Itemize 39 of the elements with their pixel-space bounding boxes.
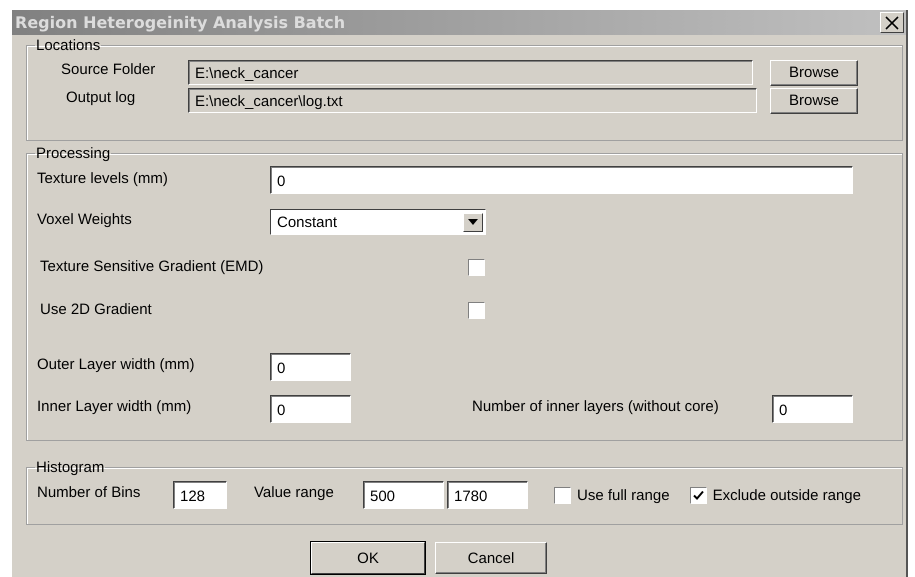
browse-button[interactable]: Browse	[770, 88, 858, 114]
ok-button[interactable]: OK	[311, 542, 425, 574]
field-label: Voxel Weights	[37, 210, 133, 228]
field-label: Number of Bins	[37, 484, 142, 500]
text-field[interactable]: 0	[270, 166, 853, 194]
number-field[interactable]: 0	[270, 353, 351, 381]
option-label: Texture Sensitive Gradient (EMD)	[39, 258, 264, 274]
caret-icon	[468, 219, 478, 225]
window-title: Region Heterogeinity Analysis Batch	[15, 13, 346, 32]
browse-button[interactable]: Browse	[770, 60, 858, 86]
field-label: Number of inner layers (without core)	[471, 398, 720, 414]
field-label: Texture levels (mm)	[37, 170, 169, 186]
option-label: Use 2D Gradient	[39, 300, 153, 318]
checkbox[interactable]	[554, 486, 571, 504]
checkbox[interactable]	[468, 258, 485, 276]
checkbox[interactable]	[468, 302, 485, 318]
group-title: Locations	[35, 37, 102, 54]
field-label: Output log	[65, 89, 136, 106]
dropdown[interactable]: Constant	[270, 209, 486, 235]
option-label: Exclude outside range	[712, 486, 861, 504]
field-label: Inner Layer width (mm)	[37, 398, 192, 414]
path-field[interactable]: E:\neck_cancer	[188, 60, 753, 85]
option-label: Use full range	[577, 486, 670, 504]
number-field[interactable]: 0	[270, 395, 351, 423]
group-title: Processing	[35, 145, 112, 162]
checkbox[interactable]	[690, 486, 707, 504]
path-field[interactable]: E:\neck_cancer\log.txt	[188, 88, 757, 113]
range-max-field[interactable]: 1780	[447, 481, 528, 509]
group-title: Histogram	[35, 459, 106, 476]
field-label: Source Folder	[60, 61, 156, 78]
check-icon	[692, 490, 704, 500]
field-label: Outer Layer width (mm)	[37, 356, 196, 372]
cancel-button[interactable]: Cancel	[435, 542, 547, 574]
close-button[interactable]	[880, 12, 904, 33]
field-label: Value range	[253, 484, 335, 500]
close-icon	[885, 16, 899, 30]
number-field[interactable]: 128	[173, 481, 227, 509]
number-field[interactable]: 0	[772, 395, 853, 423]
range-min-field[interactable]: 500	[363, 481, 444, 509]
